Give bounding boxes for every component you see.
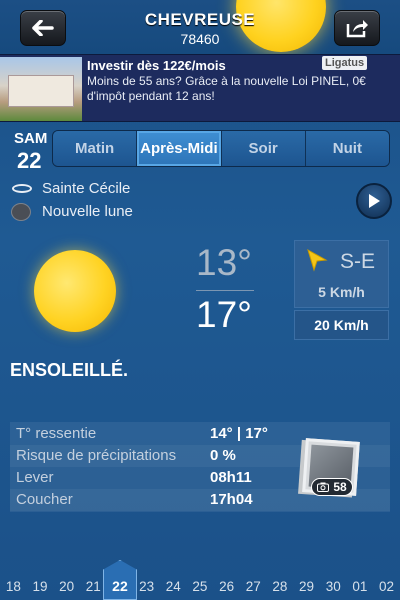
day-name: SAM (14, 130, 48, 147)
ad-image (0, 57, 82, 121)
detail-label: Lever (16, 469, 54, 486)
detail-value: 17h04 (210, 491, 253, 508)
gust-speed: 20 Km/h (294, 310, 389, 340)
detail-label: Risque de précipitations (16, 447, 177, 464)
moon-icon (11, 203, 31, 221)
day-strip-item[interactable]: 30 (320, 579, 347, 594)
building-image (8, 75, 74, 107)
temp-min: 13° (196, 242, 252, 283)
temp-divider (196, 290, 254, 291)
zip-code: 78460 (180, 31, 220, 47)
ad-title[interactable]: Investir dès 122€/mois (87, 58, 226, 73)
day-strip-item[interactable]: 18 (0, 579, 27, 594)
day-strip-item[interactable]: 01 (347, 579, 374, 594)
tab-nuit[interactable]: Nuit (305, 131, 389, 166)
day-strip-item[interactable]: 23 (133, 579, 160, 594)
ad-text[interactable]: Moins de 55 ans? Grâce à la nouvelle Loi… (87, 74, 399, 104)
city-name: CHEVREUSE (144, 10, 256, 29)
back-button[interactable] (20, 10, 66, 46)
weather-condition: ENSOLEILLÉ. (10, 360, 129, 380)
detail-label: T° ressentie (16, 425, 97, 442)
day-strip-item[interactable]: 27 (240, 579, 267, 594)
period-tabs: Matin Après-Midi Soir Nuit (52, 130, 390, 167)
tab-apres-midi[interactable]: Après-Midi (137, 131, 222, 166)
sun-icon (34, 250, 116, 332)
photo-count-badge[interactable]: 58 (311, 478, 353, 496)
saint-of-day: Sainte Cécile (42, 180, 131, 197)
wind-direction: S-E (340, 250, 376, 273)
halo-icon (12, 184, 32, 193)
day-strip-item[interactable]: 26 (213, 579, 240, 594)
day-strip-item[interactable]: 21 (80, 579, 107, 594)
day-strip-item[interactable]: 19 (27, 579, 54, 594)
day-strip: 18 19 20 21 22 23 24 25 26 27 28 29 30 0… (0, 572, 400, 600)
camera-icon (317, 482, 330, 492)
day-strip-item[interactable]: 24 (160, 579, 187, 594)
photo-count: 58 (333, 480, 347, 494)
ad-brand-logo: Ligatus (322, 56, 368, 70)
tab-soir[interactable]: Soir (221, 131, 306, 166)
day-number: 22 (17, 148, 42, 173)
day-strip-item[interactable]: 29 (293, 579, 320, 594)
share-button[interactable] (334, 10, 380, 46)
arrow-left-icon (32, 20, 54, 36)
wind-arrow-icon (307, 248, 328, 272)
play-icon (369, 194, 380, 208)
share-icon (346, 20, 368, 38)
play-button[interactable] (356, 183, 392, 219)
moon-phase: Nouvelle lune (42, 203, 133, 220)
detail-value: 08h11 (210, 469, 252, 486)
tab-matin[interactable]: Matin (53, 131, 138, 166)
detail-value: 14° | 17° (210, 425, 268, 442)
day-strip-item[interactable]: 25 (187, 579, 214, 594)
day-strip-item[interactable]: 20 (53, 579, 80, 594)
detail-label: Coucher (16, 491, 73, 508)
temp-max: 17° (196, 294, 252, 335)
day-strip-item[interactable]: 02 (373, 579, 400, 594)
wind-speed: 5 Km/h (318, 284, 365, 300)
day-strip-item[interactable]: 28 (267, 579, 294, 594)
day-strip-item-selected[interactable]: 22 (107, 578, 134, 594)
detail-value: 0 % (210, 447, 236, 464)
